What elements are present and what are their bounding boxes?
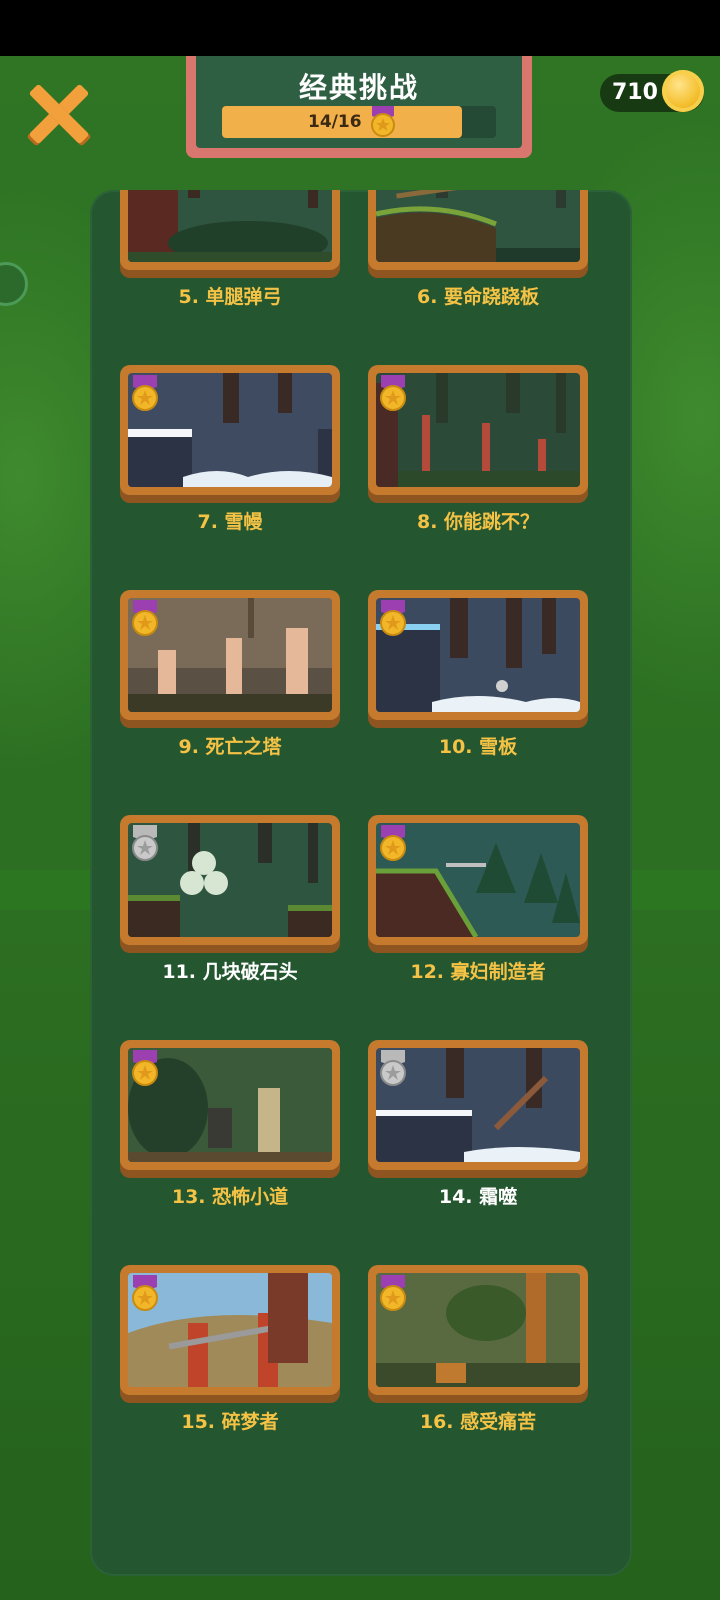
level-thumbnail-frame[interactable] xyxy=(368,1265,588,1395)
gold-medal-icon xyxy=(132,600,158,636)
level-label: 9. 死亡之塔 xyxy=(178,736,282,758)
coin-counter: 710 xyxy=(600,70,704,112)
level-card[interactable]: 8. 你能跳不？ xyxy=(368,365,588,565)
page-title: 经典挑战 xyxy=(298,71,419,104)
close-button[interactable] xyxy=(26,82,90,145)
level-thumbnail-frame[interactable] xyxy=(368,815,588,945)
level-thumbnail-frame[interactable] xyxy=(120,365,340,495)
gold-medal-icon xyxy=(132,1050,158,1086)
level-label: 12. 寡妇制造者 xyxy=(410,961,546,983)
level-card[interactable]: 16. 感受痛苦 xyxy=(368,1265,588,1465)
level-card[interactable]: 12. 寡妇制造者 xyxy=(368,815,588,1015)
status-bar xyxy=(0,0,720,56)
level-label: 10. 雪板 xyxy=(438,736,518,758)
level-card[interactable]: 7. 雪幔 xyxy=(120,365,340,565)
gold-medal-icon xyxy=(132,1275,158,1311)
level-thumbnail-frame[interactable] xyxy=(368,365,588,495)
gold-medal-icon xyxy=(380,600,406,636)
level-label: 15. 碎梦者 xyxy=(181,1411,279,1433)
level-label: 16. 感受痛苦 xyxy=(419,1411,537,1433)
gold-medal-icon xyxy=(380,375,406,411)
level-thumbnail-frame[interactable] xyxy=(120,1265,340,1395)
level-card[interactable]: 14. 霜噬 xyxy=(368,1040,588,1240)
level-label: 11. 几块破石头 xyxy=(162,961,298,983)
level-card[interactable]: 13. 恐怖小道 xyxy=(120,1040,340,1240)
medal-icon xyxy=(371,106,395,137)
level-thumbnail-frame[interactable] xyxy=(120,190,340,270)
level-thumbnail-frame[interactable] xyxy=(120,590,340,720)
level-label: 13. 恐怖小道 xyxy=(171,1186,289,1208)
gold-medal-icon xyxy=(380,1275,406,1311)
level-thumbnail-frame[interactable] xyxy=(368,1040,588,1170)
gold-medal-icon xyxy=(132,375,158,411)
level-label: 8. 你能跳不？ xyxy=(416,511,540,533)
level-list-panel[interactable]: 5. 单腿弹弓 6. 要命跷跷板 7. 雪幔 8. 你能跳不？ 9. 死亡之塔 10. 雪… xyxy=(90,190,632,1576)
locked-medal-icon xyxy=(380,1050,406,1086)
gold-medal-icon xyxy=(380,825,406,861)
level-card[interactable]: 10. 雪板 xyxy=(368,590,588,790)
title-board-inner: 经典挑战 14/16 xyxy=(196,56,522,148)
locked-medal-icon xyxy=(132,825,158,861)
level-card[interactable]: 5. 单腿弹弓 xyxy=(120,190,340,340)
level-label: 5. 单腿弹弓 xyxy=(178,286,282,308)
level-card[interactable]: 9. 死亡之塔 xyxy=(120,590,340,790)
level-label: 7. 雪幔 xyxy=(197,511,263,533)
level-card[interactable]: 6. 要命跷跷板 xyxy=(368,190,588,340)
level-thumbnail-frame[interactable] xyxy=(368,190,588,270)
title-board: 经典挑战 14/16 xyxy=(186,56,532,158)
level-thumbnail-frame[interactable] xyxy=(120,815,340,945)
level-card[interactable]: 15. 碎梦者 xyxy=(120,1265,340,1465)
coin-icon xyxy=(662,70,704,112)
level-thumbnail xyxy=(376,190,580,262)
progress-text: 14/16 xyxy=(308,112,362,132)
level-thumbnail-frame[interactable] xyxy=(120,1040,340,1170)
level-thumbnail xyxy=(128,190,332,262)
medal-progress-bar: 14/16 xyxy=(222,106,496,138)
level-label: 6. 要命跷跷板 xyxy=(416,286,540,308)
coin-amount: 710 xyxy=(612,80,658,105)
level-card[interactable]: 11. 几块破石头 xyxy=(120,815,340,1015)
level-label: 14. 霜噬 xyxy=(438,1186,518,1208)
level-thumbnail-frame[interactable] xyxy=(368,590,588,720)
